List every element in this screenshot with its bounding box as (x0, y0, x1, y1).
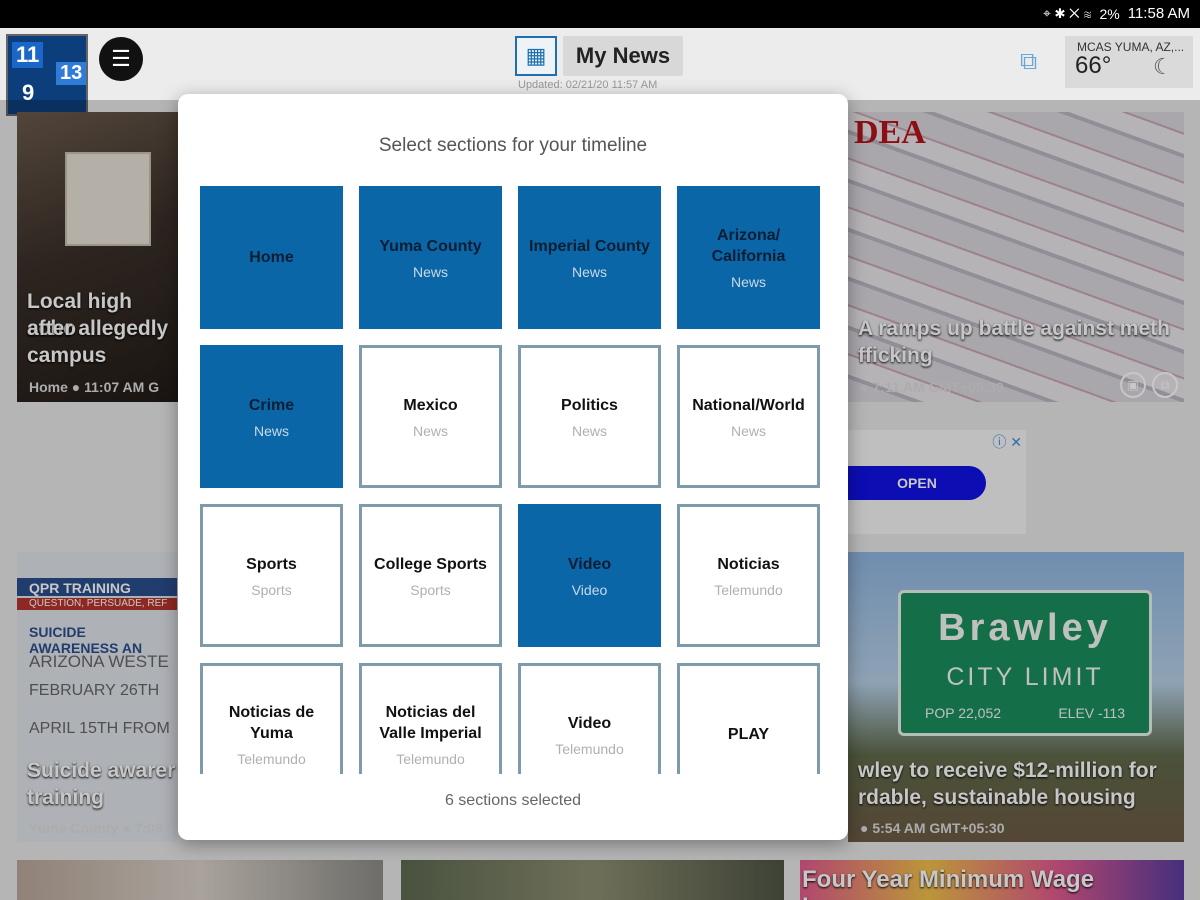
section-tile-name: Imperial County (529, 237, 650, 255)
logo-number-11: 11 (12, 42, 44, 68)
grid-icon: ▦ (525, 43, 547, 68)
section-tile-category: Telemundo (237, 751, 306, 767)
section-tile[interactable]: Arizona/ California News (677, 186, 820, 329)
section-tile[interactable]: College Sports Sports (359, 504, 502, 647)
section-tile-name: Video (567, 555, 612, 573)
section-tile[interactable]: Imperial County News (518, 186, 661, 329)
section-tile-category: News (730, 274, 766, 290)
status-bar: ⌖ ✱ ✕ ≋ 2% 11:58 AM (0, 0, 1200, 28)
section-tile-category: News (412, 263, 448, 280)
section-tile[interactable]: Sports Sports (200, 504, 343, 647)
section-tile-category: Telemundo (714, 581, 783, 598)
logo-number-13: 13 (56, 62, 87, 85)
section-tile[interactable]: Home (200, 186, 343, 329)
section-tile[interactable]: Noticias Telemundo (677, 504, 820, 647)
status-icons: ⌖ ✱ ✕ ≋ (1042, 5, 1092, 21)
section-grid[interactable]: Home Yuma County News Imperial County News Ar… (178, 184, 848, 774)
section-tile-category: Telemundo (396, 751, 465, 767)
section-tile-category: Sports (410, 581, 451, 598)
section-tile-category: News (571, 422, 607, 439)
section-tile-name: Arizona/ California (711, 227, 786, 265)
cast-icon[interactable]: ⧉ (1020, 48, 1037, 76)
dialog-title: Select sections for your timeline (378, 135, 648, 156)
section-tile[interactable]: Mexico News (359, 345, 502, 488)
section-tile[interactable]: Noticias de Yuma Telemundo (200, 663, 343, 774)
updated-timestamp: Updated: 02/21/20 11:57 AM (518, 79, 658, 91)
section-tile[interactable]: Crime News (200, 345, 343, 488)
section-tile-category: News (412, 422, 448, 439)
section-tile-category: Video (571, 581, 608, 598)
section-tile[interactable]: Politics News (518, 345, 661, 488)
status-time: 11:58 AM (1127, 5, 1190, 22)
menu-button[interactable]: ☰ (99, 37, 143, 81)
section-tile-name: Mexico (403, 396, 458, 414)
sections-grid-button[interactable]: ▦ (515, 36, 557, 76)
section-picker-dialog: Select sections for your timeline Home Yu… (178, 94, 848, 840)
section-tile-name: Sports (246, 555, 297, 573)
weather-widget[interactable]: MCAS YUMA, AZ,... 66° ☾ (1065, 36, 1193, 88)
section-tile-name: Noticias de Yuma (228, 704, 315, 742)
section-tile-name: Politics (561, 396, 618, 414)
page-title[interactable]: My News (563, 36, 683, 76)
section-tile-category: News (253, 422, 289, 439)
section-tile-name: Crime (248, 396, 295, 414)
moon-icon: ☾ (1153, 54, 1173, 79)
section-tile[interactable]: Video Video (518, 504, 661, 647)
battery-level: 2% (1099, 5, 1120, 22)
section-tile-category: News (730, 422, 766, 439)
section-tile-category: Sports (251, 581, 292, 598)
menu-icon: ☰ (111, 46, 131, 71)
section-tile[interactable]: Yuma County News (359, 186, 502, 329)
section-tile-category: News (571, 263, 607, 280)
weather-temperature: 66° (1075, 52, 1112, 79)
section-tile-name: PLAY (727, 726, 770, 743)
section-tile-name: Home (249, 249, 294, 266)
section-tile-name: Noticias del Valle Imperial (379, 704, 482, 742)
section-tile[interactable]: Noticias del Valle Imperial Telemundo (359, 663, 502, 774)
section-tile-name: Yuma County (379, 237, 482, 255)
section-tile[interactable]: Video Telemundo (518, 663, 661, 774)
section-tile-name: Video (567, 714, 612, 732)
selection-count: 6 sections selected (444, 792, 582, 809)
section-tile-category: Telemundo (555, 740, 624, 757)
section-tile[interactable]: National/World News (677, 345, 820, 488)
section-tile[interactable]: PLAY (677, 663, 820, 774)
section-tile-name: National/World (692, 396, 805, 414)
section-tile-name: Noticias (717, 555, 780, 573)
section-tile-name: College Sports (374, 555, 487, 573)
